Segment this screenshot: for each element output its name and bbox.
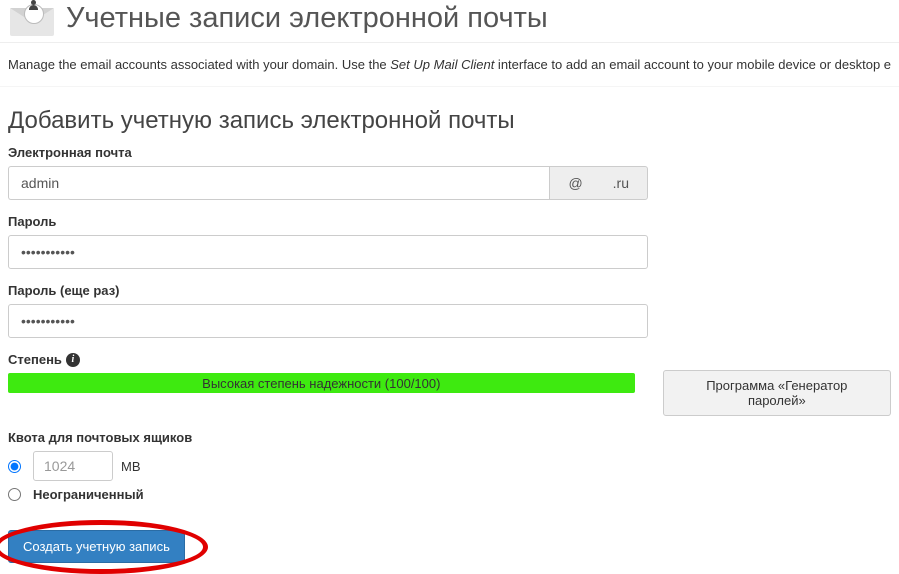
email-input[interactable]	[8, 166, 549, 200]
quota-unit: MB	[121, 459, 141, 474]
at-symbol: @	[568, 175, 582, 191]
quota-limited-radio[interactable]	[8, 460, 21, 473]
page-header: Учетные записи электронной почты	[0, 0, 899, 43]
password-repeat-group: Пароль (еще раз)	[8, 283, 891, 338]
password-input[interactable]	[8, 235, 648, 269]
create-button-wrap: Создать учетную запись	[8, 530, 185, 563]
page-title: Учетные записи электронной почты	[66, 1, 548, 36]
quota-input[interactable]	[33, 451, 113, 481]
email-domain-addon: @ .ru	[549, 166, 648, 200]
email-accounts-icon	[8, 0, 54, 36]
description-prefix: Manage the email accounts associated wit…	[8, 57, 390, 72]
email-label: Электронная почта	[8, 145, 891, 160]
strength-label-text: Степень	[8, 352, 62, 367]
create-account-button[interactable]: Создать учетную запись	[8, 530, 185, 563]
domain-text: .ru	[613, 175, 629, 191]
add-account-title: Добавить учетную запись электронной почт…	[8, 107, 891, 135]
password-generator-button[interactable]: Программа «Генератор паролей»	[663, 370, 891, 416]
description-suffix: interface to add an email account to you…	[494, 57, 891, 72]
strength-group: Степень i Высокая степень надежности (10…	[8, 352, 891, 416]
strength-text: Высокая степень надежности (100/100)	[202, 376, 440, 391]
quota-group: Квота для почтовых ящиков MB Неограничен…	[8, 430, 891, 502]
quota-unlimited-radio[interactable]	[8, 488, 21, 501]
password-group: Пароль	[8, 214, 891, 269]
description-emphasis: Set Up Mail Client	[390, 57, 494, 72]
strength-label: Степень i	[8, 352, 635, 367]
quota-unlimited-label: Неограниченный	[33, 487, 144, 502]
strength-bar: Высокая степень надежности (100/100)	[8, 373, 635, 393]
password-repeat-input[interactable]	[8, 304, 648, 338]
page-description: Manage the email accounts associated wit…	[0, 43, 899, 87]
password-label: Пароль	[8, 214, 891, 229]
email-group: Электронная почта @ .ru	[8, 145, 891, 200]
info-icon[interactable]: i	[66, 353, 80, 367]
form-content: Добавить учетную запись электронной почт…	[0, 87, 899, 567]
quota-label: Квота для почтовых ящиков	[8, 430, 891, 445]
password-repeat-label: Пароль (еще раз)	[8, 283, 891, 298]
